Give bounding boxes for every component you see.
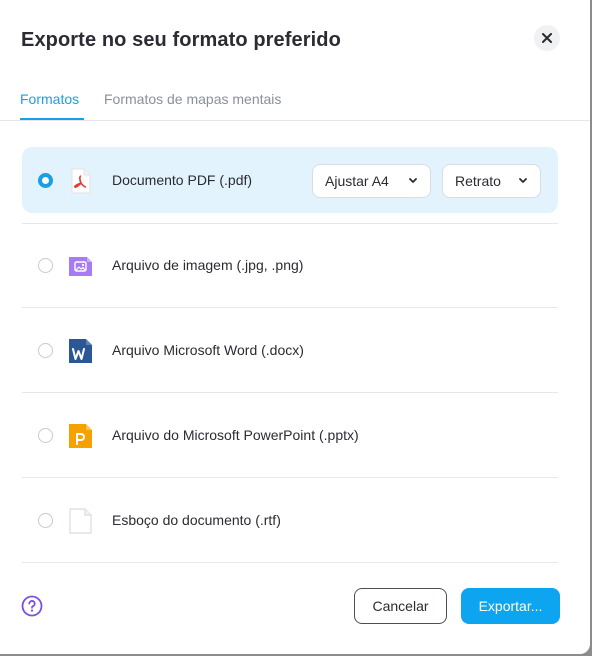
format-option-image[interactable]: Arquivo de imagem (.jpg, .png) [22, 232, 558, 298]
format-option-powerpoint[interactable]: Arquivo do Microsoft PowerPoint (.pptx) [22, 402, 558, 468]
page-size-select[interactable]: Ajustar A4 [312, 164, 431, 198]
export-button[interactable]: Exportar... [461, 588, 560, 624]
orientation-value: Retrato [455, 173, 501, 189]
radio-word[interactable] [38, 343, 53, 358]
format-option-word[interactable]: Arquivo Microsoft Word (.docx) [22, 317, 558, 383]
page-size-value: Ajustar A4 [325, 173, 389, 189]
divider [22, 307, 558, 308]
powerpoint-icon [69, 424, 92, 448]
active-tab-indicator [20, 118, 84, 120]
pdf-icon [71, 168, 91, 194]
export-dialog: Exporte no seu formato preferido Formato… [0, 0, 590, 654]
radio-image[interactable] [38, 258, 53, 273]
divider [22, 223, 558, 224]
format-label-word: Arquivo Microsoft Word (.docx) [112, 342, 304, 358]
close-icon [542, 33, 552, 43]
image-file-icon [69, 257, 92, 276]
tab-mind-map-formats[interactable]: Formatos de mapas mentais [104, 91, 281, 107]
close-button[interactable] [534, 25, 560, 51]
format-label-pdf: Documento PDF (.pdf) [112, 172, 253, 188]
chevron-down-icon [409, 178, 417, 183]
format-tabs: Formatos Formatos de mapas mentais [0, 86, 590, 121]
tab-formats[interactable]: Formatos [20, 91, 79, 107]
divider [22, 562, 558, 563]
format-option-pdf[interactable]: Documento PDF (.pdf) Ajustar A4 Retrato [22, 147, 558, 213]
radio-rtf[interactable] [38, 513, 53, 528]
chevron-down-icon [519, 178, 527, 183]
blank-document-icon [69, 508, 92, 534]
radio-pdf[interactable] [38, 173, 53, 188]
help-icon[interactable] [21, 595, 43, 617]
dialog-title: Exporte no seu formato preferido [21, 29, 341, 51]
radio-powerpoint[interactable] [38, 428, 53, 443]
orientation-select[interactable]: Retrato [442, 164, 541, 198]
word-icon [69, 339, 92, 363]
format-label-image: Arquivo de imagem (.jpg, .png) [112, 257, 304, 273]
divider [22, 392, 558, 393]
format-option-rtf[interactable]: Esboço do documento (.rtf) [22, 487, 558, 553]
divider [22, 477, 558, 478]
format-label-powerpoint: Arquivo do Microsoft PowerPoint (.pptx) [112, 427, 359, 443]
cancel-button[interactable]: Cancelar [354, 588, 447, 624]
format-label-rtf: Esboço do documento (.rtf) [112, 512, 281, 528]
